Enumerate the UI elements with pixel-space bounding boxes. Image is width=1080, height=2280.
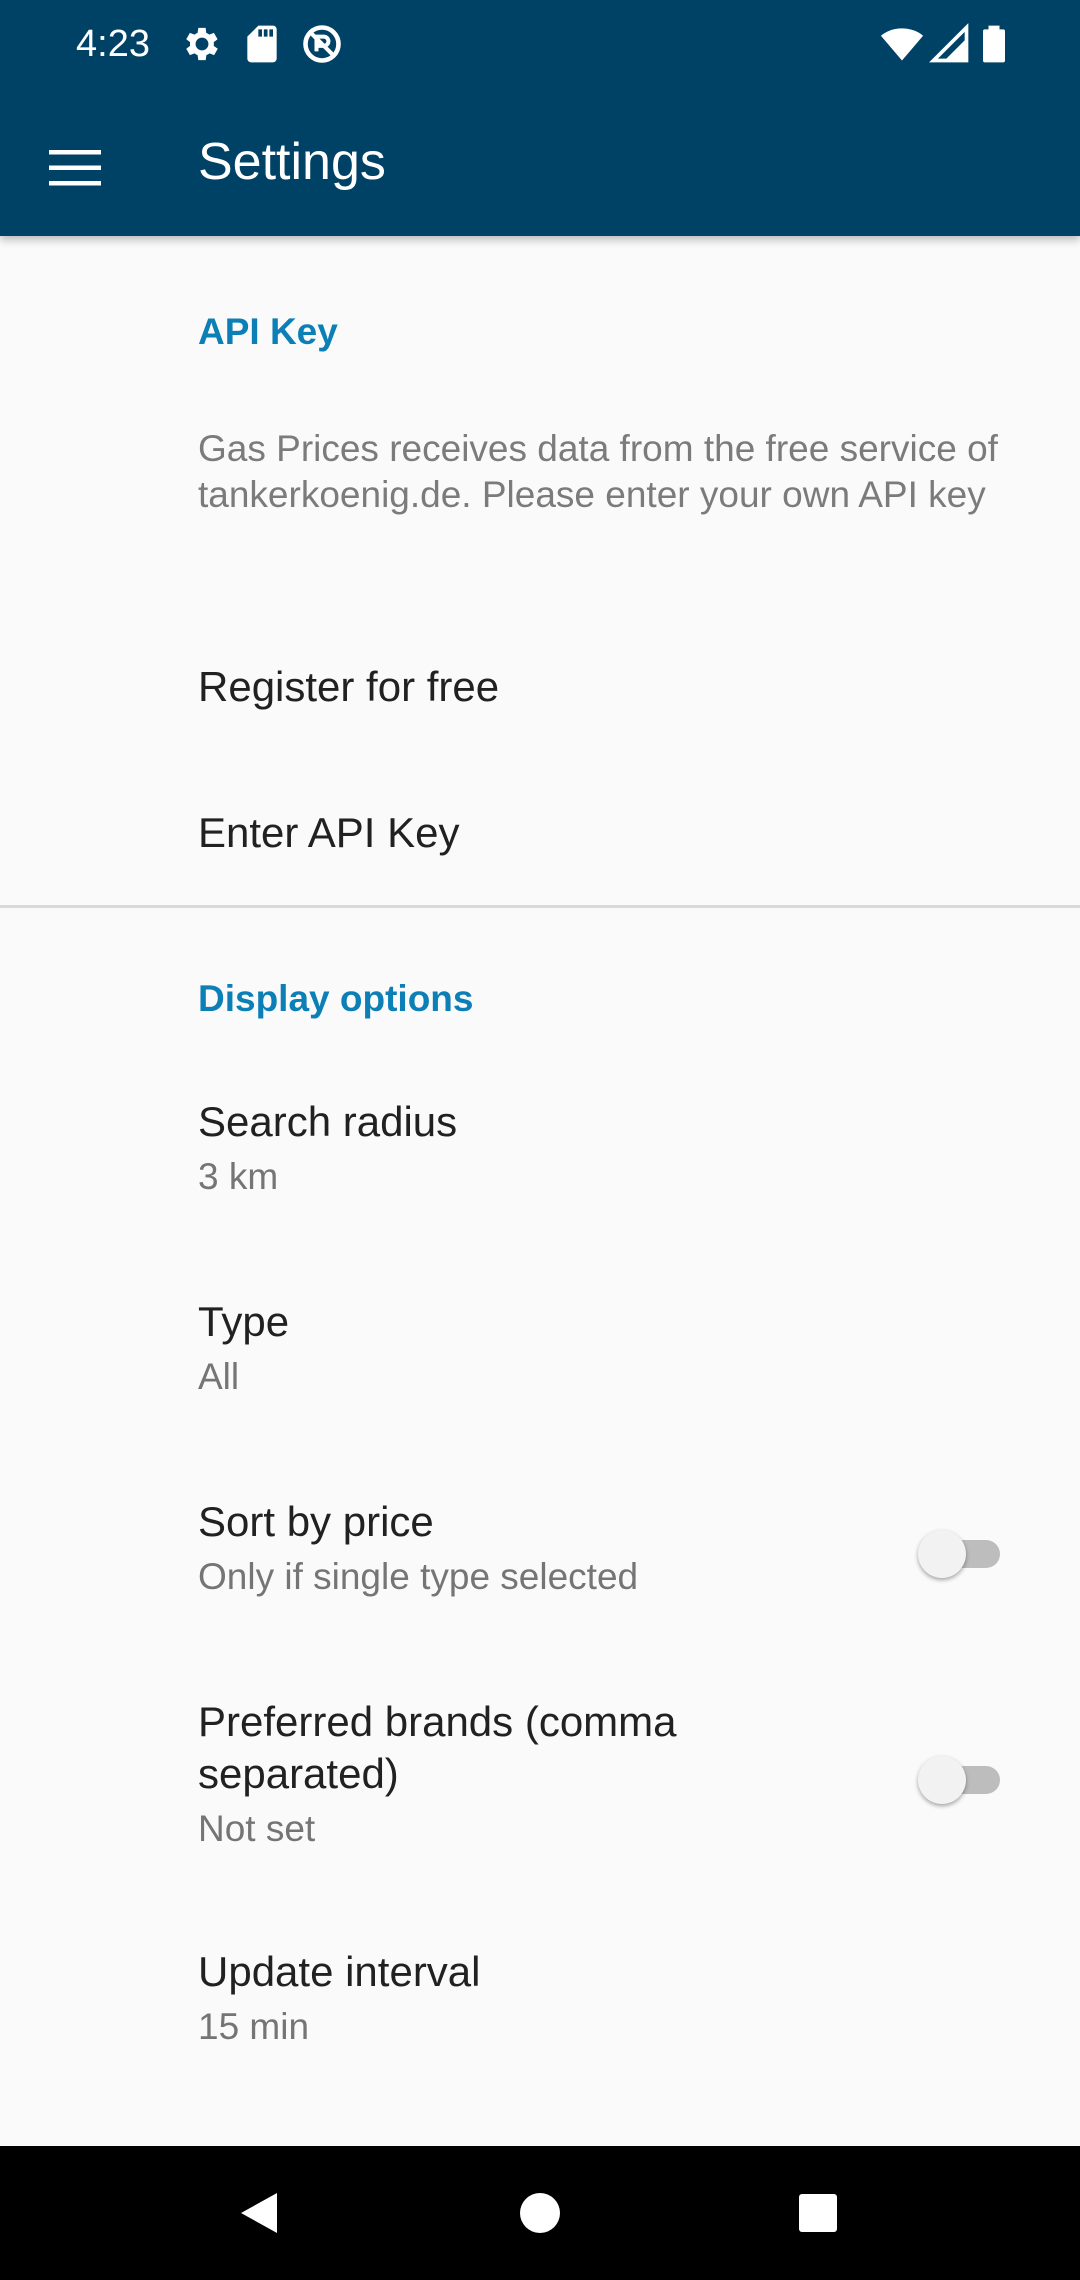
hamburger-menu-icon — [49, 150, 101, 186]
preferred-brands-switch[interactable] — [918, 1750, 1008, 1810]
toolbar: Settings — [0, 88, 1080, 236]
pref-summary: Not set — [198, 1808, 316, 1849]
pref-title: Sort by price — [198, 1498, 434, 1545]
menu-button[interactable] — [34, 126, 118, 210]
api-key-description: Gas Prices receives data from the free s… — [198, 428, 998, 515]
pref-search-radius[interactable]: Search radius 3 km — [0, 1068, 1080, 1268]
back-icon — [241, 2193, 277, 2233]
settings-icon — [180, 22, 224, 66]
category-header-display-options: Display options — [198, 978, 474, 1019]
recents-icon — [799, 2194, 837, 2232]
app-bar: 4:23 Settings — [0, 0, 1080, 236]
back-button[interactable] — [219, 2173, 299, 2253]
section-divider — [0, 905, 1080, 908]
pref-title: Update interval — [198, 1948, 481, 1995]
sort-by-price-switch[interactable] — [918, 1524, 1008, 1584]
status-bar: 4:23 — [0, 0, 1080, 88]
switch-thumb — [918, 1756, 966, 1804]
pref-preferred-brands[interactable]: Preferred brands (comma separated) Not s… — [0, 1668, 1080, 1918]
pref-update-interval[interactable]: Update interval 15 min — [0, 1918, 1080, 2118]
wifi-icon — [880, 22, 924, 66]
settings-list[interactable]: API Key Gas Prices receives data from th… — [0, 236, 1080, 2146]
pref-title: Preferred brands (comma separated) — [198, 1698, 677, 1797]
pref-title: Enter API Key — [198, 809, 460, 856]
pref-title: Search radius — [198, 1098, 458, 1145]
navigation-bar — [0, 2146, 1080, 2280]
category-header-api-key: API Key — [198, 311, 338, 352]
home-icon — [520, 2193, 560, 2233]
vpn-blocked-icon — [300, 22, 344, 66]
battery-icon — [972, 22, 1016, 66]
sd-card-icon — [240, 22, 284, 66]
pref-type[interactable]: Type All — [0, 1268, 1080, 1468]
status-time: 4:23 — [76, 23, 150, 65]
pref-register-for-free[interactable]: Register for free — [0, 616, 1080, 762]
pref-summary: Only if single type selected — [198, 1556, 639, 1597]
pref-enter-api-key[interactable]: Enter API Key — [0, 762, 1080, 908]
cellular-signal-icon — [928, 22, 972, 66]
home-button[interactable] — [500, 2173, 580, 2253]
switch-thumb — [918, 1530, 966, 1578]
pref-summary: All — [198, 1356, 240, 1397]
pref-summary: 3 km — [198, 1156, 279, 1197]
pref-sort-by-price[interactable]: Sort by price Only if single type select… — [0, 1468, 1080, 1668]
recents-button[interactable] — [778, 2173, 858, 2253]
pref-title: Type — [198, 1298, 290, 1345]
page-title: Settings — [198, 133, 386, 191]
pref-title: Register for free — [198, 663, 500, 710]
pref-summary: 15 min — [198, 2006, 310, 2047]
